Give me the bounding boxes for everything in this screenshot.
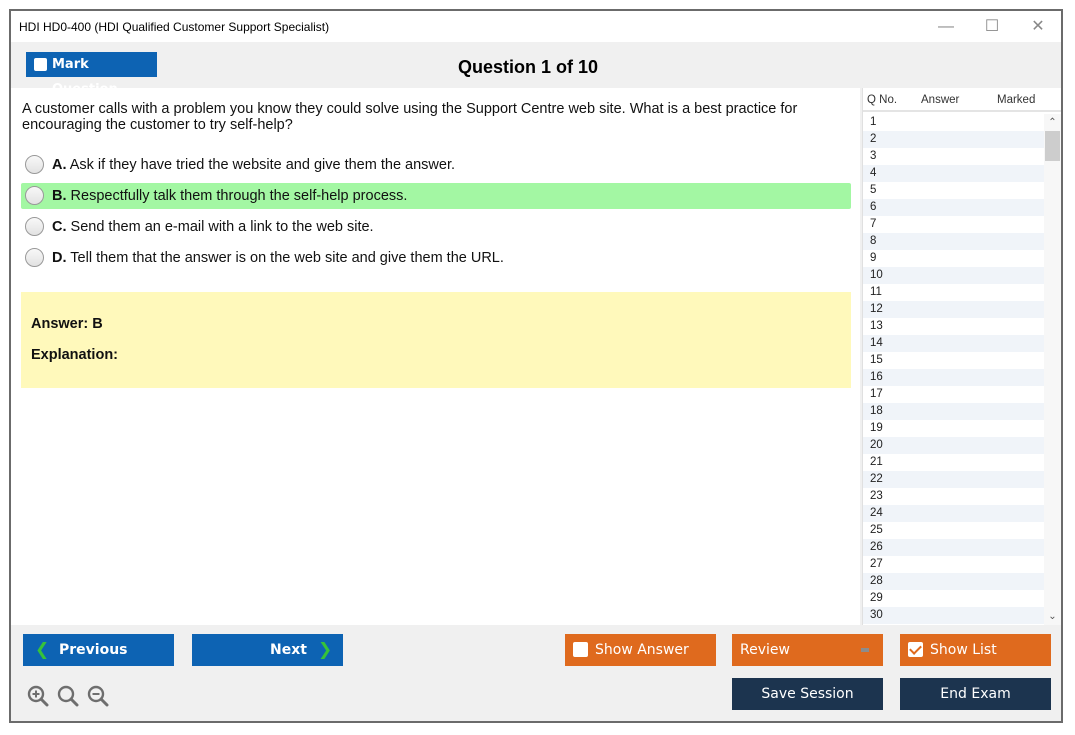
footer-bar: ❮ Previous Next ❯ Show Answer Review Sho… [11, 625, 1061, 721]
question-list-row[interactable]: 7 [863, 216, 1045, 233]
question-counter: Question 1 of 10 [458, 57, 599, 77]
show-list-label: Show List [930, 642, 997, 658]
question-list-header: Q No. Answer Marked [863, 88, 1061, 112]
close-button[interactable]: ✕ [1018, 15, 1058, 39]
question-list-row[interactable]: 19 [863, 420, 1045, 437]
option-text: Respectfully talk them through the self-… [70, 188, 408, 204]
scroll-down-icon[interactable]: ⌄ [1044, 608, 1061, 625]
previous-button[interactable]: ❮ Previous [23, 634, 174, 666]
mark-question-checkbox[interactable] [34, 58, 47, 71]
option-text: Tell them that the answer is on the web … [70, 250, 504, 266]
dropdown-arrow-icon [861, 648, 869, 652]
question-list-row[interactable]: 15 [863, 352, 1045, 369]
end-exam-button[interactable]: End Exam [900, 678, 1051, 710]
column-header-answer[interactable]: Answer [921, 94, 959, 106]
next-label: Next [270, 642, 307, 658]
explanation-label: Explanation: [31, 347, 119, 363]
question-list-row[interactable]: 27 [863, 556, 1045, 573]
question-list-row[interactable]: 1 [863, 114, 1045, 131]
question-list-rows: 1 2 3 4 5 6 7 8 9 10 11 12 13 14 15 16 17 18 19 20 21 22 23 24 2… [863, 114, 1045, 625]
show-answer-checkbox[interactable] [573, 642, 588, 657]
answer-label: Answer: B [31, 316, 103, 332]
question-list-row[interactable]: 11 [863, 284, 1045, 301]
question-list-row[interactable]: 5 [863, 182, 1045, 199]
question-list-row[interactable]: 25 [863, 522, 1045, 539]
column-header-qno[interactable]: Q No. [867, 94, 897, 106]
option-letter: B. [52, 188, 67, 204]
question-list-row[interactable]: 20 [863, 437, 1045, 454]
question-list-row[interactable]: 21 [863, 454, 1045, 471]
next-button[interactable]: Next ❯ [192, 634, 343, 666]
zoom-out-icon[interactable] [87, 685, 109, 707]
maximize-button[interactable]: ☐ [972, 15, 1012, 39]
column-header-marked[interactable]: Marked [997, 94, 1035, 106]
option-text: Ask if they have tried the website and g… [69, 157, 456, 173]
question-list-row[interactable]: 10 [863, 267, 1045, 284]
question-list-row[interactable]: 29 [863, 590, 1045, 607]
question-list-row[interactable]: 8 [863, 233, 1045, 250]
previous-label: Previous [59, 642, 128, 658]
review-dropdown[interactable]: Review [732, 634, 883, 666]
question-list-row[interactable]: 22 [863, 471, 1045, 488]
show-answer-toggle[interactable]: Show Answer [565, 634, 716, 666]
question-list-row[interactable]: 16 [863, 369, 1045, 386]
show-list-checkbox[interactable] [908, 642, 923, 657]
option-text: Send them an e-mail with a link to the w… [70, 219, 374, 235]
option-d-radio[interactable] [25, 248, 44, 267]
option-letter: C. [52, 219, 67, 235]
question-list-scrollbar[interactable]: ⌃ ⌄ [1044, 114, 1061, 625]
question-list-row[interactable]: 9 [863, 250, 1045, 267]
show-list-toggle[interactable]: Show List [900, 634, 1051, 666]
option-c-radio[interactable] [25, 217, 44, 236]
option-a[interactable]: A. Ask if they have tried the website an… [21, 152, 851, 178]
option-b-radio[interactable] [25, 186, 44, 205]
answer-explanation-box: Answer: B Explanation: [21, 292, 851, 388]
question-list-row[interactable]: 3 [863, 148, 1045, 165]
question-list-row[interactable]: 26 [863, 539, 1045, 556]
question-toolbar: Mark Question Question 1 of 10 [11, 42, 1061, 97]
mark-question-button[interactable]: Mark Question [26, 52, 157, 97]
window-title: HDI HD0-400 (HDI Qualified Customer Supp… [19, 20, 330, 34]
zoom-in-icon[interactable] [27, 685, 49, 707]
option-c[interactable]: C. Send them an e-mail with a link to th… [21, 214, 851, 240]
option-letter: A. [52, 157, 67, 173]
question-list-row[interactable]: 30 [863, 607, 1045, 624]
question-list-row[interactable]: 4 [863, 165, 1045, 182]
question-list-row[interactable]: 24 [863, 505, 1045, 522]
scroll-up-icon[interactable]: ⌃ [1044, 114, 1061, 131]
question-list-row[interactable]: 14 [863, 335, 1045, 352]
question-list-row[interactable]: 28 [863, 573, 1045, 590]
option-letter: D. [52, 250, 67, 266]
chevron-right-icon: ❯ [318, 640, 333, 660]
minimize-button[interactable]: — [926, 15, 966, 39]
question-list-row[interactable]: 18 [863, 403, 1045, 420]
question-list-row[interactable]: 17 [863, 386, 1045, 403]
app-window: HDI HD0-400 (HDI Qualified Customer Supp… [9, 9, 1063, 723]
question-list-row[interactable]: 12 [863, 301, 1045, 318]
question-list-row[interactable]: 23 [863, 488, 1045, 505]
question-text: A customer calls with a problem you know… [22, 101, 798, 133]
show-answer-label: Show Answer [595, 642, 689, 658]
option-d[interactable]: D. Tell them that the answer is on the w… [21, 245, 851, 271]
scroll-thumb[interactable] [1045, 131, 1060, 161]
question-panel: A customer calls with a problem you know… [11, 88, 860, 625]
review-label: Review [740, 642, 790, 658]
question-list: Q No. Answer Marked 1 2 3 4 5 6 7 8 9 10 11 12 13 14 1… [862, 88, 1061, 625]
question-list-row[interactable]: 13 [863, 318, 1045, 335]
option-a-radio[interactable] [25, 155, 44, 174]
option-b[interactable]: B. Respectfully talk them through the se… [21, 183, 851, 209]
save-session-button[interactable]: Save Session [732, 678, 883, 710]
question-list-row[interactable]: 6 [863, 199, 1045, 216]
title-bar: HDI HD0-400 (HDI Qualified Customer Supp… [11, 11, 1061, 42]
zoom-reset-icon[interactable] [57, 685, 79, 707]
chevron-left-icon: ❮ [35, 640, 50, 660]
question-list-row[interactable]: 2 [863, 131, 1045, 148]
